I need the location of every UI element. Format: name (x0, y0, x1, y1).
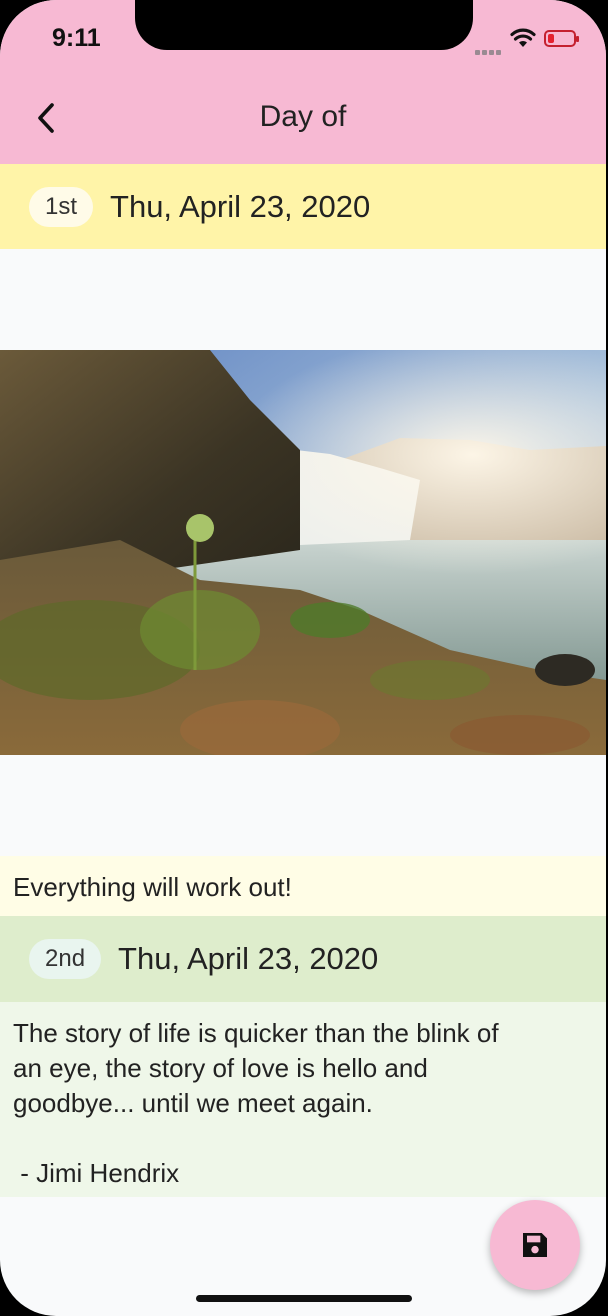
entry-date: Thu, April 23, 2020 (110, 188, 371, 224)
notch (135, 0, 473, 50)
note-line: an eye, the story of love is hello and (13, 1053, 428, 1083)
entry-order-badge: 1st (29, 186, 94, 227)
note-line: The story of life is quicker than the bl… (13, 1018, 499, 1048)
entry-header-1[interactable]: 1st Thu, April 23, 2020 (0, 164, 606, 249)
entry-note-1[interactable]: Everything will work out! (0, 856, 606, 916)
signal-icon (475, 42, 503, 60)
page-title: Day of (259, 100, 347, 133)
home-indicator (196, 1295, 412, 1302)
note-line (13, 1121, 593, 1156)
battery-icon (544, 30, 579, 47)
entry-note-2[interactable]: The story of life is quicker than the bl… (0, 1002, 606, 1197)
save-button[interactable] (490, 1200, 580, 1290)
app-bar: 9:11 Day of (0, 0, 606, 164)
entry-order-badge: 2nd (29, 939, 102, 979)
save-icon (523, 1233, 547, 1257)
note-line: - Jimi Hendrix (13, 1158, 180, 1188)
entry-header-2[interactable]: 2nd Thu, April 23, 2020 (0, 916, 606, 1002)
entry-date: Thu, April 23, 2020 (118, 941, 379, 976)
note-line: goodbye... until we meet again. (13, 1088, 373, 1118)
entry-photo-waterfall (0, 350, 606, 755)
wifi-icon (510, 28, 536, 47)
status-time: 9:11 (52, 24, 101, 52)
phone-screen: 9:11 Day of 1st Thu, April 23, 2020 Ever… (0, 0, 606, 1316)
